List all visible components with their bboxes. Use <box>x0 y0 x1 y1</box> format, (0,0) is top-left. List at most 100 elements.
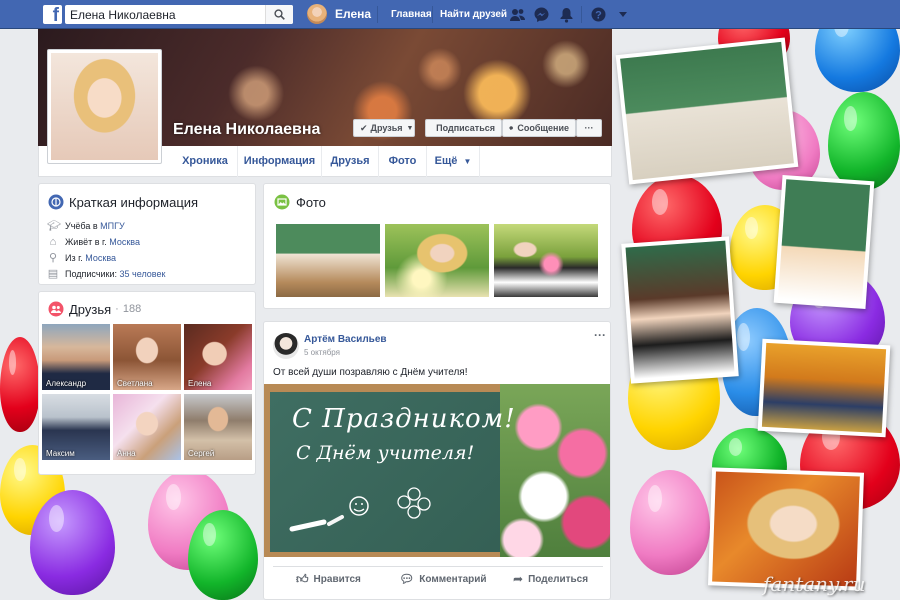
svg-text:?: ? <box>595 10 602 22</box>
intro-followers-link[interactable]: 35 человек <box>120 269 166 279</box>
divider <box>432 6 433 23</box>
image-greeting-line2: С Днём учителя! <box>296 442 475 464</box>
nav-profile-link[interactable]: Елена <box>307 4 371 24</box>
check-icon: ✔ <box>360 122 368 133</box>
post-date[interactable]: 5 октября <box>304 348 340 357</box>
tab-more[interactable]: Ещё ▼ <box>427 146 480 177</box>
tab-photos[interactable]: Фото <box>379 146 427 177</box>
graduation-cap-icon: 🎓︎ <box>47 220 61 232</box>
like-label: Нравится <box>313 574 361 585</box>
search-input[interactable]: Елена Николаевна <box>65 5 293 24</box>
avatar <box>307 4 327 24</box>
friend-name: Максим <box>46 449 75 458</box>
facebook-logo[interactable]: f <box>43 5 62 24</box>
notifications-icon[interactable] <box>558 6 575 23</box>
intro-lives-link[interactable]: Москва <box>109 237 140 247</box>
friend-tile[interactable]: Светлана <box>113 324 181 390</box>
top-navigation-bar: f Елена Николаевна Елена Главная Найти д… <box>0 0 900 29</box>
intro-title: Краткая информация <box>69 194 199 210</box>
profile-picture[interactable] <box>47 49 162 164</box>
avatar[interactable] <box>273 333 299 359</box>
divider <box>377 6 378 23</box>
menu-caret-icon[interactable] <box>617 8 629 20</box>
help-icon[interactable]: ? <box>590 6 607 23</box>
message-button[interactable]: Сообщение <box>502 119 576 137</box>
friends-icon <box>48 301 64 317</box>
intro-lives-row: ⌂ Живёт в г. Москва <box>47 236 140 248</box>
divider <box>273 566 603 567</box>
search-value[interactable]: Елена Николаевна <box>65 8 265 22</box>
comment-button[interactable]: 💬︎ Комментарий <box>399 572 487 586</box>
friend-tile[interactable]: Максим <box>42 394 110 460</box>
chevron-down-icon: ▼ <box>406 124 414 132</box>
tab-about[interactable]: Информация <box>238 146 322 177</box>
intro-from-link[interactable]: Москва <box>85 253 116 263</box>
post-options-button[interactable]: ··· <box>594 328 606 342</box>
friend-name: Александр <box>46 379 87 388</box>
intro-study-prefix: Учёба в <box>65 221 98 231</box>
followers-icon: ▤ <box>47 268 59 280</box>
intro-followers-row: ▤ Подписчики: 35 человек <box>47 268 166 280</box>
friend-name: Анна <box>117 449 136 458</box>
location-pin-icon: ⚲ <box>48 252 58 264</box>
photos-card: Фото <box>263 183 611 309</box>
like-button[interactable]: 👍︎ Нравится <box>296 572 361 587</box>
post-card: Артём Васильев 5 октября ··· От всей душ… <box>263 321 611 600</box>
more-options-label: ··· <box>584 123 594 133</box>
globe-icon <box>48 194 64 210</box>
intro-lives-prefix: Живёт в г. <box>65 237 107 247</box>
nav-home-link[interactable]: Главная <box>391 9 432 20</box>
photo-thumbnail[interactable] <box>276 224 380 297</box>
friend-tile[interactable]: Елена <box>184 324 252 390</box>
nav-user-name: Елена <box>335 7 372 21</box>
subscribe-button[interactable]: Подписаться <box>425 119 502 137</box>
friends-separator: · <box>115 303 119 315</box>
divider <box>581 6 582 23</box>
collage-photo <box>615 37 799 185</box>
photos-title[interactable]: Фото <box>296 195 326 210</box>
messenger-icon <box>509 126 513 130</box>
tab-timeline[interactable]: Хроника <box>173 146 238 177</box>
friend-name: Елена <box>188 379 212 388</box>
intro-from-prefix: Из г. <box>65 253 83 263</box>
friends-icon[interactable] <box>509 6 526 23</box>
chalk-doodles <box>289 487 431 532</box>
photo-thumbnail[interactable] <box>494 224 598 297</box>
photo-thumbnail[interactable] <box>385 224 489 297</box>
messenger-icon[interactable] <box>533 6 550 23</box>
friends-status-label: Друзья <box>370 123 403 133</box>
flowers-decoration <box>500 384 610 557</box>
balloon-decoration <box>188 510 258 600</box>
balloon-decoration <box>630 470 710 575</box>
tab-friends[interactable]: Друзья <box>322 146 379 177</box>
intro-card: Краткая информация 🎓︎ Учёба в МПГУ ⌂ Жив… <box>38 183 256 285</box>
nav-find-friends-link[interactable]: Найти друзей <box>440 9 507 20</box>
collage-photo <box>773 174 875 310</box>
friends-title[interactable]: Друзья <box>69 302 111 317</box>
balloon-decoration <box>0 337 40 432</box>
collage-photo <box>757 338 891 438</box>
intro-study-row: 🎓︎ Учёба в МПГУ <box>47 220 125 232</box>
collage-photo <box>621 236 739 384</box>
friend-tile[interactable]: Анна <box>113 394 181 460</box>
friends-status-button[interactable]: ✔ Друзья ▼ <box>353 119 415 137</box>
chevron-down-icon: ▼ <box>463 157 472 166</box>
share-button[interactable]: ➦ Поделиться <box>513 572 588 586</box>
friend-tile[interactable]: Александр <box>42 324 110 390</box>
share-icon: ➦ <box>513 572 524 586</box>
post-author[interactable]: Артём Васильев <box>304 334 387 345</box>
profile-name: Елена Николаевна <box>173 121 321 138</box>
message-label: Сообщение <box>517 123 569 133</box>
friend-name: Светлана <box>117 379 153 388</box>
intro-study-link[interactable]: МПГУ <box>100 221 125 231</box>
subscribe-label: Подписаться <box>436 123 495 133</box>
more-options-button[interactable]: ··· <box>576 119 602 137</box>
share-label: Поделиться <box>528 573 589 585</box>
comment-label: Комментарий <box>419 573 487 585</box>
image-greeting-line1: С Праздником! <box>292 404 516 434</box>
comment-icon: 💬︎ <box>399 572 415 586</box>
post-image[interactable]: С Праздником! С Днём учителя! <box>264 384 610 557</box>
search-button[interactable] <box>265 5 293 24</box>
watermark: fantany.ru <box>763 572 866 596</box>
friend-tile[interactable]: Сергей <box>184 394 252 460</box>
